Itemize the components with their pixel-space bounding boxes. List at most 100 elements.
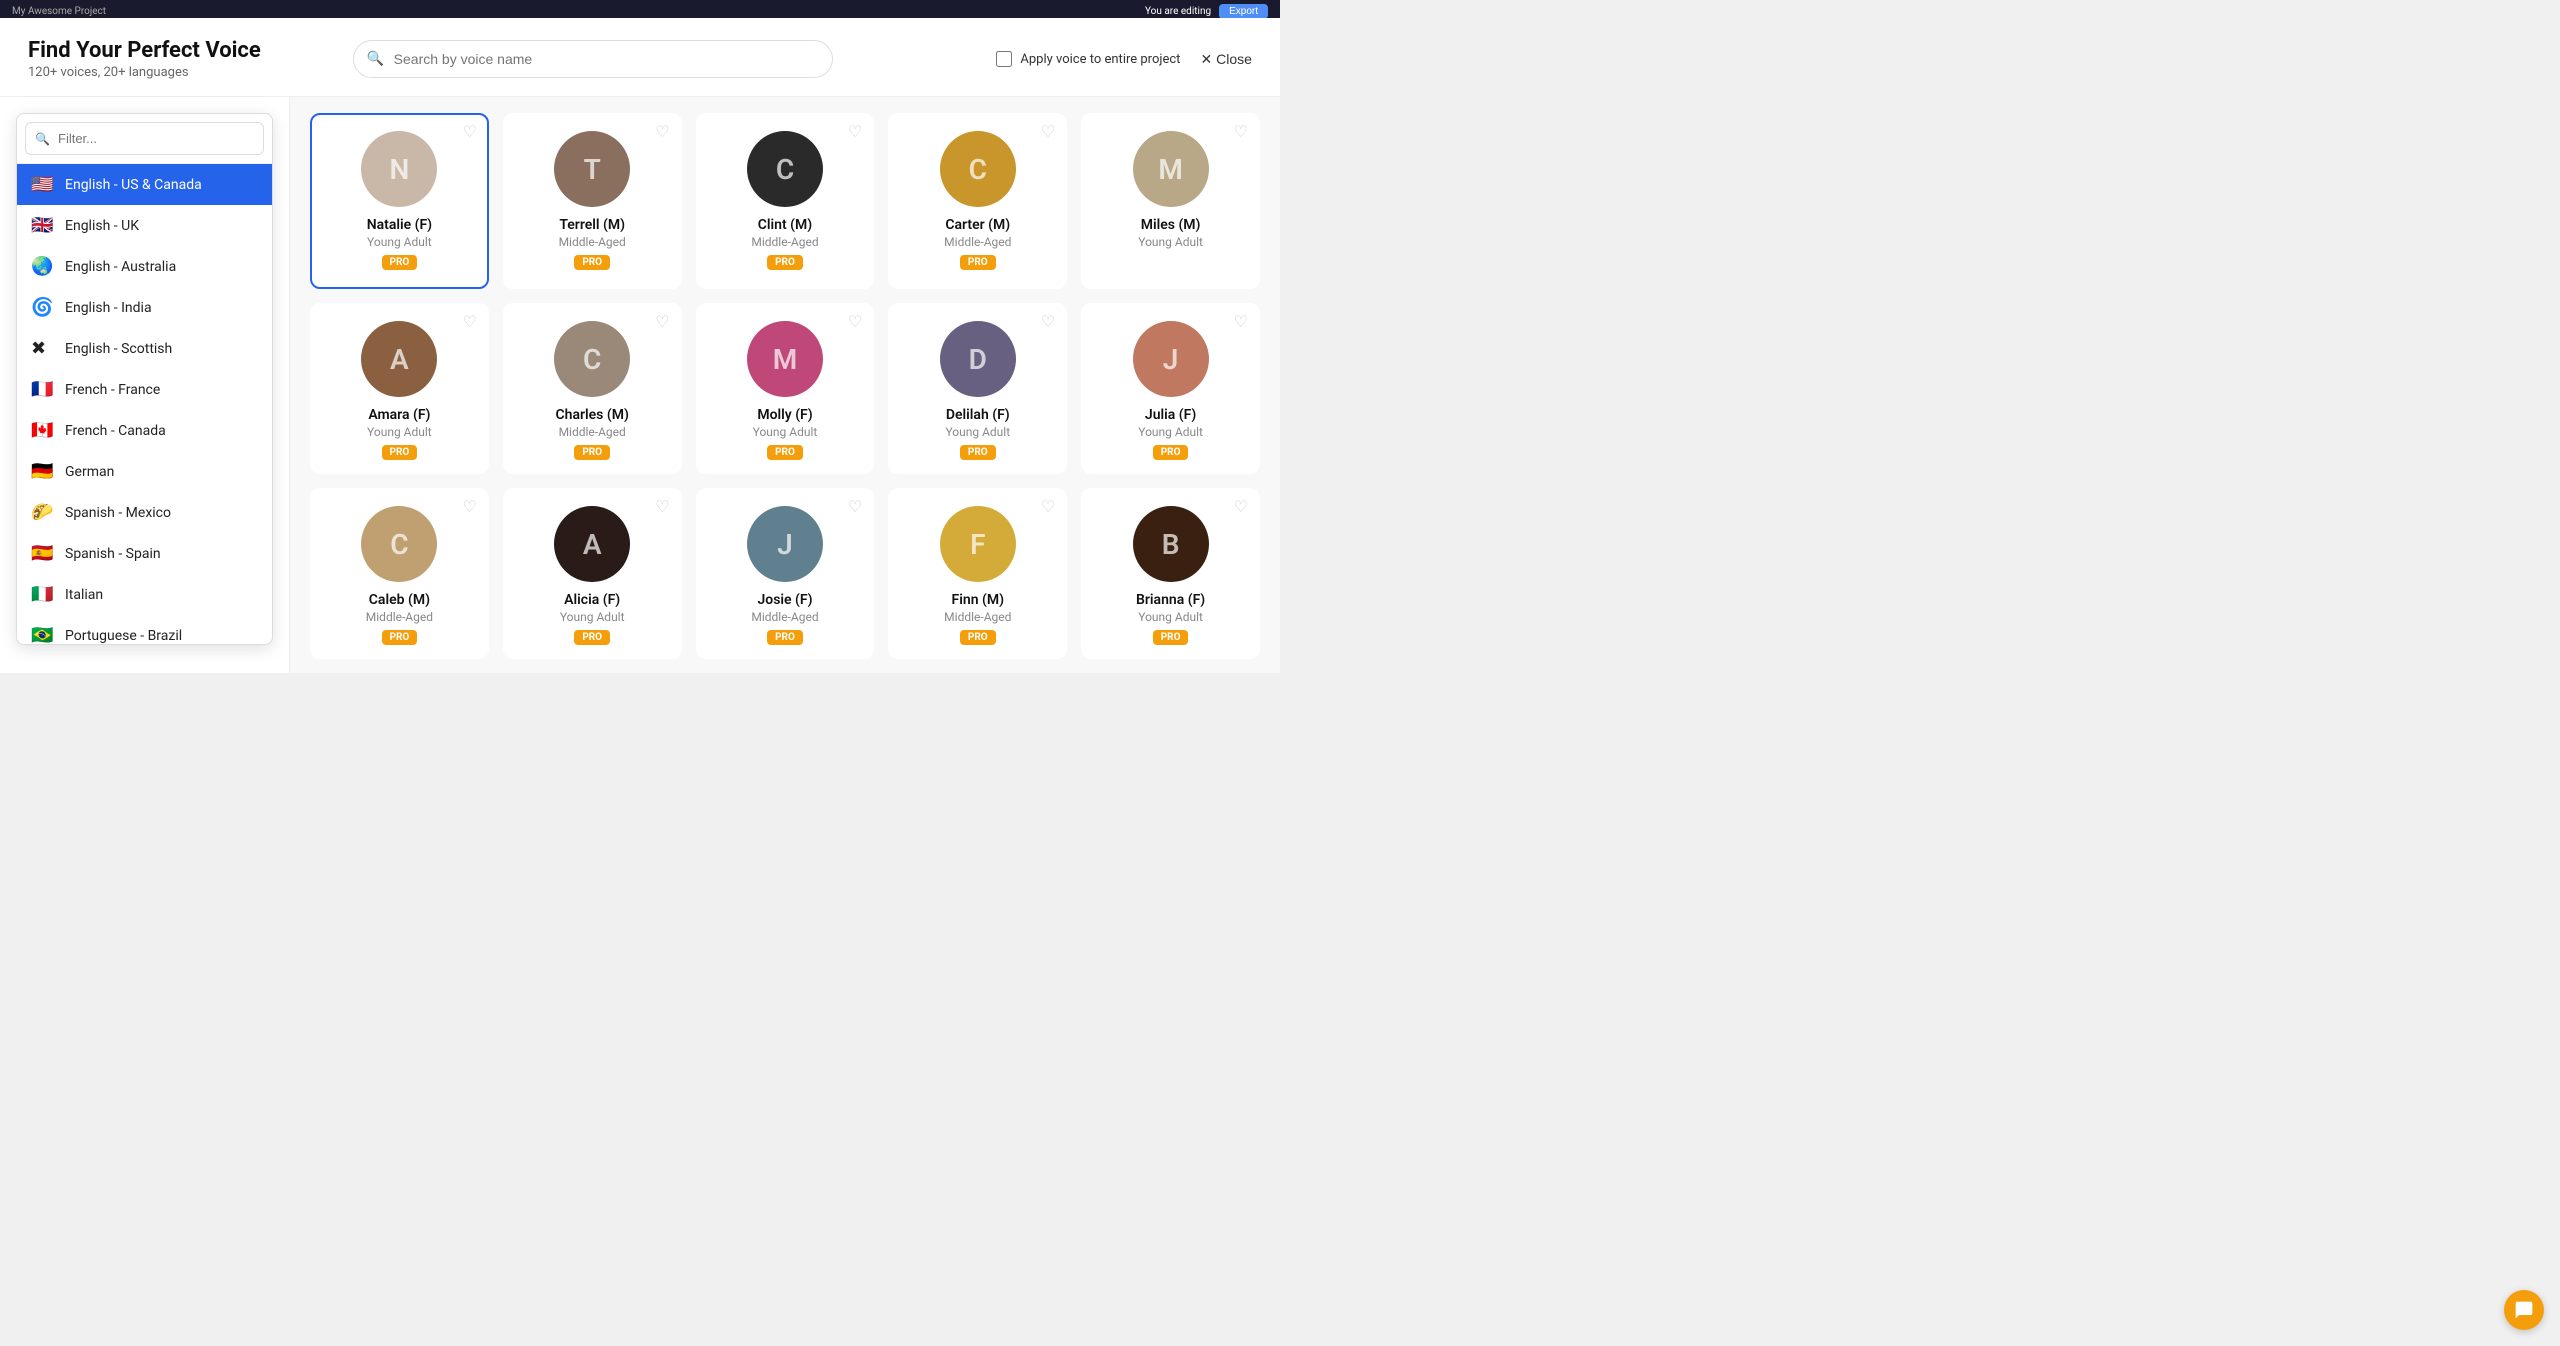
pro-badge: PRO — [382, 630, 418, 645]
language-option[interactable]: 🌀 English - India — [17, 287, 272, 328]
flag-icon: 🇫🇷 — [31, 379, 55, 400]
voice-age: Middle-Aged — [944, 610, 1011, 624]
voice-age: Young Adult — [1138, 425, 1203, 439]
favorite-button[interactable]: ♡ — [462, 500, 476, 516]
favorite-button[interactable]: ♡ — [655, 500, 669, 516]
voice-age: Young Adult — [945, 425, 1010, 439]
flag-icon: 🇮🇹 — [31, 584, 55, 605]
chat-support-button[interactable] — [2504, 1290, 2544, 1330]
voice-name: Julia (F) — [1145, 407, 1196, 423]
avatar: J — [1133, 321, 1209, 397]
pro-badge: PRO — [960, 630, 996, 645]
avatar: D — [940, 321, 1016, 397]
voice-card[interactable]: ♡ J Julia (F) Young Adult PRO — [1081, 303, 1260, 474]
voice-card[interactable]: ♡ A Amara (F) Young Adult PRO — [310, 303, 489, 474]
voice-card[interactable]: ♡ M Molly (F) Young Adult PRO — [696, 303, 875, 474]
language-option[interactable]: 🇧🇷 Portuguese - Brazil — [17, 615, 272, 644]
voice-card[interactable]: ♡ T Terrell (M) Middle-Aged PRO — [503, 113, 682, 289]
voice-name: Josie (F) — [757, 592, 812, 608]
voice-card[interactable]: ♡ B Brianna (F) Young Adult PRO — [1081, 488, 1260, 659]
flag-icon: 🇪🇸 — [31, 543, 55, 564]
favorite-button[interactable]: ♡ — [1041, 500, 1055, 516]
voice-card[interactable]: ♡ N Natalie (F) Young Adult PRO — [310, 113, 489, 289]
avatar: C — [554, 321, 630, 397]
close-button[interactable]: ✕ Close — [1200, 51, 1252, 68]
modal-title-block: Find Your Perfect Voice 120+ voices, 20+… — [28, 38, 261, 80]
favorite-button[interactable]: ♡ — [655, 315, 669, 331]
voice-card[interactable]: ♡ A Alicia (F) Young Adult PRO — [503, 488, 682, 659]
language-label: English - US & Canada — [65, 177, 202, 193]
language-label: English - Australia — [65, 259, 176, 275]
voice-name: Miles (M) — [1141, 217, 1201, 233]
pro-badge: PRO — [1153, 445, 1189, 460]
flag-icon: 🌮 — [31, 502, 55, 523]
pro-badge: PRO — [574, 630, 610, 645]
voice-search-input[interactable] — [353, 40, 833, 78]
export-button[interactable]: Export — [1219, 4, 1268, 19]
pro-badge: PRO — [767, 630, 803, 645]
language-option[interactable]: 🇫🇷 French - France — [17, 369, 272, 410]
voice-age: Middle-Aged — [559, 235, 626, 249]
filter-icon: 🔍 — [35, 132, 50, 146]
flag-icon: 🇧🇷 — [31, 625, 55, 644]
favorite-button[interactable]: ♡ — [848, 125, 862, 141]
language-filter-input[interactable] — [25, 122, 264, 155]
pro-badge: PRO — [382, 445, 418, 460]
apply-voice-label[interactable]: Apply voice to entire project — [996, 51, 1180, 67]
voice-card[interactable]: ♡ F Finn (M) Middle-Aged PRO — [888, 488, 1067, 659]
language-option[interactable]: 🇬🇧 English - UK — [17, 205, 272, 246]
language-label: Portuguese - Brazil — [65, 628, 182, 644]
favorite-button[interactable]: ♡ — [1234, 500, 1248, 516]
favorite-button[interactable]: ♡ — [848, 500, 862, 516]
voice-card[interactable]: ♡ C Caleb (M) Middle-Aged PRO — [310, 488, 489, 659]
chat-icon — [2514, 1300, 2534, 1320]
avatar: C — [747, 131, 823, 207]
voice-card[interactable]: ♡ D Delilah (F) Young Adult PRO — [888, 303, 1067, 474]
language-option[interactable]: 🇨🇦 French - Canada — [17, 410, 272, 451]
avatar: F — [940, 506, 1016, 582]
language-option[interactable]: 🇺🇸 English - US & Canada — [17, 164, 272, 205]
voice-picker-modal: Find Your Perfect Voice 120+ voices, 20+… — [0, 18, 1280, 673]
filter-wrap: 🔍 — [17, 114, 272, 164]
voice-age: Middle-Aged — [944, 235, 1011, 249]
voice-card[interactable]: ♡ M Miles (M) Young Adult — [1081, 113, 1260, 289]
avatar: A — [554, 506, 630, 582]
favorite-button[interactable]: ♡ — [1234, 315, 1248, 331]
top-bar-right: You are editing Export — [1145, 4, 1268, 19]
apply-voice-checkbox[interactable] — [996, 51, 1012, 67]
favorite-button[interactable]: ♡ — [1234, 125, 1248, 141]
modal-body: 🔍 🇺🇸 English - US & Canada🇬🇧 English - U… — [0, 97, 1280, 673]
avatar: J — [747, 506, 823, 582]
language-label: Spanish - Spain — [65, 546, 161, 562]
voice-name: Charles (M) — [555, 407, 628, 423]
voice-name: Carter (M) — [945, 217, 1010, 233]
voice-age: Young Adult — [753, 425, 818, 439]
voice-age: Middle-Aged — [366, 610, 433, 624]
favorite-button[interactable]: ♡ — [462, 125, 476, 141]
voice-name: Molly (F) — [757, 407, 812, 423]
voice-age: Young Adult — [367, 235, 432, 249]
voice-card[interactable]: ♡ J Josie (F) Middle-Aged PRO — [696, 488, 875, 659]
language-label: Spanish - Mexico — [65, 505, 171, 521]
voice-card[interactable]: ♡ C Clint (M) Middle-Aged PRO — [696, 113, 875, 289]
voice-age: Middle-Aged — [751, 235, 818, 249]
avatar: M — [1133, 131, 1209, 207]
pro-badge: PRO — [574, 255, 610, 270]
favorite-button[interactable]: ♡ — [655, 125, 669, 141]
language-option[interactable]: 🌮 Spanish - Mexico — [17, 492, 272, 533]
language-option[interactable]: ✖ English - Scottish — [17, 328, 272, 369]
favorite-button[interactable]: ♡ — [462, 315, 476, 331]
voice-card[interactable]: ♡ C Carter (M) Middle-Aged PRO — [888, 113, 1067, 289]
language-option[interactable]: 🇮🇹 Italian — [17, 574, 272, 615]
language-option[interactable]: 🇩🇪 German — [17, 451, 272, 492]
favorite-button[interactable]: ♡ — [1041, 315, 1055, 331]
voice-name: Alicia (F) — [564, 592, 620, 608]
language-label: English - India — [65, 300, 152, 316]
language-option[interactable]: 🌏 English - Australia — [17, 246, 272, 287]
favorite-button[interactable]: ♡ — [848, 315, 862, 331]
voice-grid: ♡ N Natalie (F) Young Adult PRO ♡ T Terr… — [310, 113, 1260, 673]
language-option[interactable]: 🇪🇸 Spanish - Spain — [17, 533, 272, 574]
favorite-button[interactable]: ♡ — [1041, 125, 1055, 141]
voice-card[interactable]: ♡ C Charles (M) Middle-Aged PRO — [503, 303, 682, 474]
voice-name: Amara (F) — [368, 407, 430, 423]
